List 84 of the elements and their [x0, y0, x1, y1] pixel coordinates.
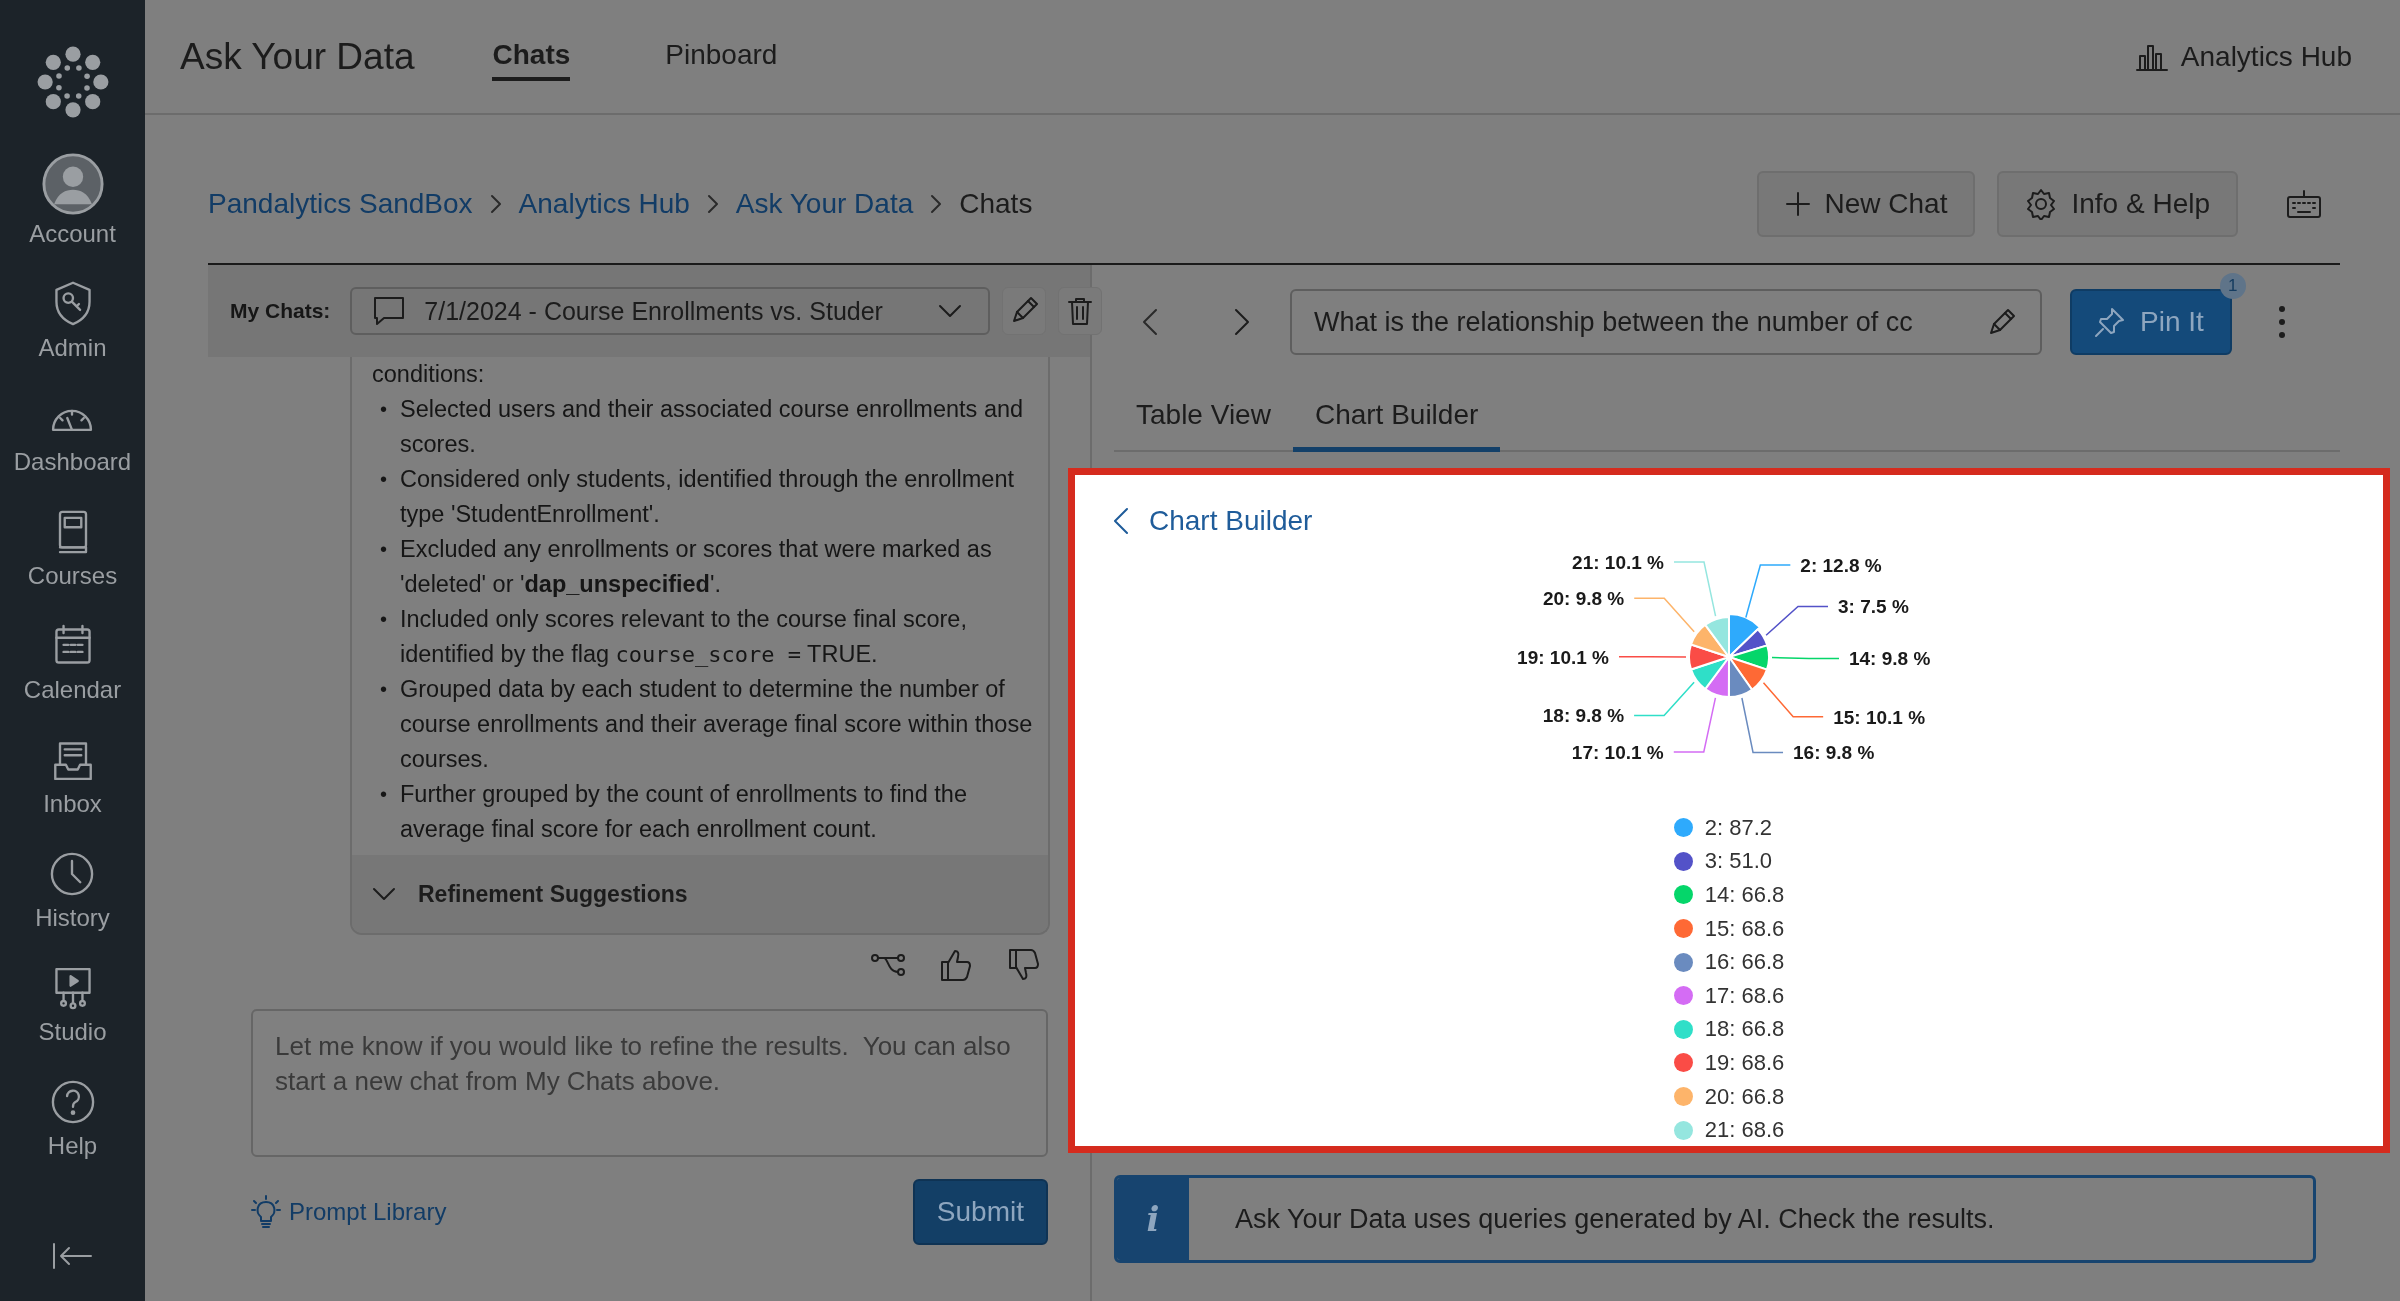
chevron-right-icon — [705, 194, 720, 214]
breadcrumb-link[interactable]: Ask Your Data — [735, 188, 914, 220]
legend-label: 19: 68.6 — [1704, 1049, 1785, 1076]
back-link[interactable]: Chart Builder — [1113, 505, 2383, 537]
thumbs-down-icon[interactable] — [1006, 947, 1042, 983]
leader-line — [1771, 656, 1840, 660]
leader-line — [1618, 656, 1687, 658]
nav-item[interactable]: Inbox — [43, 734, 102, 818]
nav-item[interactable]: Dashboard — [13, 392, 132, 476]
data-label: 20: 9.8 % — [1542, 588, 1625, 610]
analytics-hub-link[interactable]: Analytics Hub — [2134, 40, 2352, 73]
message-text: conditions: — [372, 360, 486, 389]
data-label: 3: 7.5 % — [1838, 596, 1909, 618]
more-icon[interactable] — [2277, 305, 2286, 339]
data-label: 16: 9.8 % — [1793, 742, 1875, 764]
nav-item[interactable]: Admin — [38, 278, 107, 362]
bullet-item: • Excluded any enrollments or scores that were marked as 'deleted' or 'dap_unspecified'. — [380, 535, 993, 599]
count-badge: 1 — [2219, 273, 2246, 299]
action-button[interactable]: New Chat — [1756, 171, 1976, 237]
view-tab[interactable]: Chart Builder — [1292, 385, 1501, 452]
chevron-down-icon — [372, 887, 396, 901]
trash-icon — [1066, 296, 1095, 326]
nav-tab[interactable]: Pinboard — [665, 32, 778, 81]
pin-button[interactable]: Pin It — [2070, 289, 2232, 355]
question-field[interactable]: What is the relationship between the number of cc — [1290, 289, 2042, 355]
nav-item[interactable]: Account — [29, 152, 116, 248]
legend-label: 2: 87.2 — [1704, 814, 1772, 841]
message-input[interactable]: Let me know if you would like to refine the results. You can also start a new chat from My Chats above. — [251, 1009, 1048, 1157]
chevron-right-icon[interactable] — [1234, 308, 1250, 336]
data-label: 17: 10.1 % — [1571, 741, 1664, 763]
data-label: 21: 10.1 % — [1572, 552, 1664, 573]
data-label: 14: 9.8 % — [1849, 648, 1931, 670]
rename-button[interactable] — [1002, 287, 1047, 335]
thumbs-up-icon[interactable] — [938, 947, 974, 983]
view-tab[interactable]: Table View — [1114, 385, 1293, 452]
nav-item[interactable]: Calendar — [23, 620, 122, 704]
page-title: Ask Your Data — [180, 35, 415, 78]
collapse-icon[interactable] — [50, 1241, 95, 1271]
nav-tab[interactable]: Chats — [492, 32, 571, 81]
chevron-right-icon — [929, 194, 944, 214]
breadcrumb-link[interactable]: Analytics Hub — [518, 188, 690, 220]
legend-label: 21: 68.6 — [1704, 1117, 1785, 1144]
data-label: 15: 10.1 % — [1833, 706, 1926, 728]
data-label: 18: 9.8 % — [1542, 705, 1625, 727]
info-icon: i — [1117, 1178, 1189, 1260]
action-button[interactable]: Info & Help — [1997, 171, 2238, 237]
data-label: 19: 10.1 % — [1517, 646, 1609, 668]
chevron-left-icon — [1113, 507, 1129, 535]
bullet-item: • Considered only students, identified through the enrollment type 'StudentEnrollment'. — [380, 465, 1015, 529]
chat-select[interactable]: 7/1/2024 - Course Enrollments vs. Studer — [350, 287, 991, 335]
legend-label: 18: 66.8 — [1704, 1016, 1785, 1043]
pushpin-icon — [2094, 306, 2126, 338]
bullet-item: • Further grouped by the count of enrollments to find the average final score for each enrollment count. — [380, 780, 968, 844]
nav-item[interactable]: History — [35, 848, 110, 932]
legend-label: 17: 68.6 — [1704, 982, 1785, 1009]
breadcrumb-current: Chats — [959, 188, 1033, 220]
nav-item[interactable]: Help — [46, 1076, 99, 1160]
legend-label: 16: 66.8 — [1704, 949, 1785, 976]
info-text: Ask Your Data uses queries generated by AI. Check the results. — [1235, 1203, 1995, 1235]
refinement-toggle[interactable]: Refinement Suggestions — [352, 855, 1048, 933]
chevron-right-icon — [488, 194, 503, 214]
my-chats-label: My Chats: — [230, 299, 331, 323]
legend-label: 14: 66.8 — [1704, 882, 1785, 908]
bullet-item: • Selected users and their associated course enrollments and scores. — [380, 395, 1025, 459]
data-label: 2: 12.8 % — [1800, 555, 1882, 576]
submit-button[interactable]: Submit — [912, 1179, 1048, 1245]
account-icon — [40, 152, 105, 216]
chevron-down-icon — [938, 304, 963, 318]
keyboard-icon[interactable] — [2286, 189, 2322, 219]
nav-item[interactable]: Courses — [27, 506, 118, 590]
legend-label: 20: 66.8 — [1704, 1083, 1785, 1110]
gear-icon — [2025, 188, 2058, 220]
legend-label: 15: 68.6 — [1704, 915, 1785, 942]
nav-item[interactable]: Studio — [38, 962, 107, 1046]
speech-bubble-icon — [372, 295, 407, 327]
plus-icon — [1784, 191, 1811, 217]
prompt-library-link[interactable]: Prompt Library — [251, 1195, 447, 1229]
bullet-item: • Grouped data by each student to determine the number of course enrollments and their average final score within those courses. — [380, 675, 1034, 774]
lightbulb-icon — [251, 1195, 281, 1229]
bullet-item: • Included only scores relevant to the course final score, identified by the flag course_score = TRUE. — [380, 605, 968, 669]
delete-button[interactable] — [1058, 287, 1103, 335]
chevron-left-icon[interactable] — [1142, 308, 1158, 336]
breadcrumb-link[interactable]: Pandalytics SandBox — [208, 188, 473, 220]
legend-label: 3: 51.0 — [1704, 848, 1772, 875]
